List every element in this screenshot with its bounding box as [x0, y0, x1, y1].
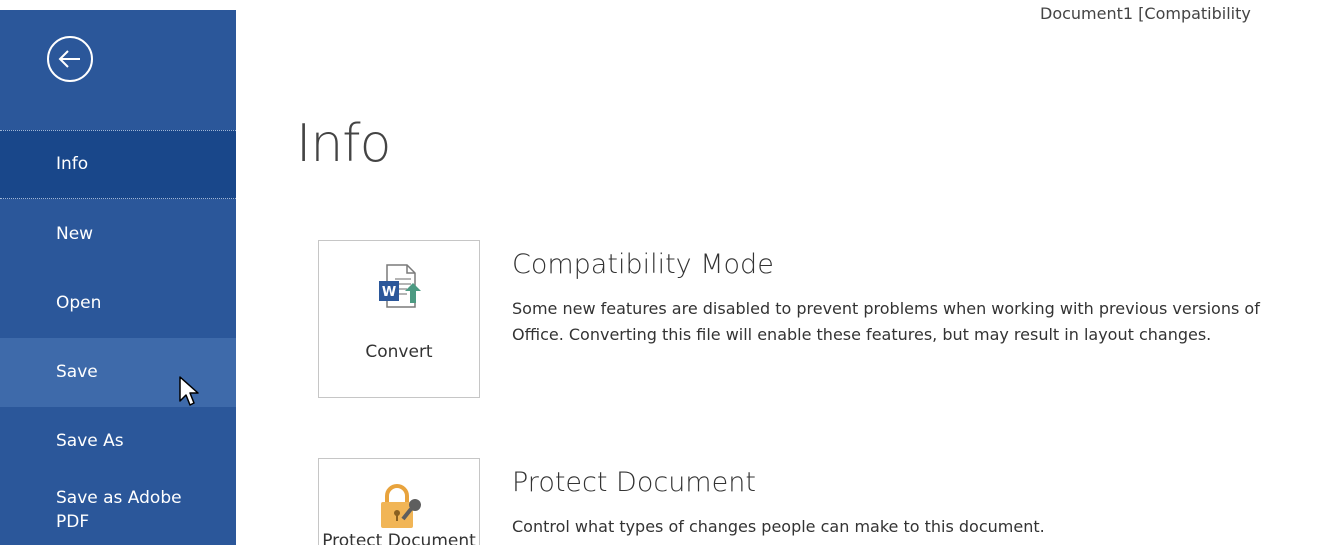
document-title: Document1 [Compatibility — [1040, 4, 1251, 23]
protect-document-heading: Protect Document — [512, 467, 756, 498]
sidebar-item-save[interactable]: Save — [0, 338, 236, 407]
compatibility-mode-heading: Compatibility Mode — [512, 249, 774, 280]
protect-document-label: Protect Document — [322, 531, 476, 545]
protect-document-button[interactable]: Protect Document — [318, 458, 480, 545]
sidebar-item-save-as[interactable]: Save As — [0, 407, 236, 476]
sidebar-item-open[interactable]: Open — [0, 269, 236, 338]
sidebar-item-label: New — [56, 224, 94, 244]
sidebar-item-label: Save — [56, 362, 98, 382]
word-document-convert-icon: W — [379, 264, 421, 308]
convert-button[interactable]: W Convert — [318, 240, 480, 398]
back-arrow-circle-icon — [47, 36, 93, 82]
backstage-view: Info New Open Save Save As Save as Adobe… — [0, 0, 1318, 545]
compatibility-mode-description: Some new features are disabled to preven… — [512, 299, 1260, 344]
sidebar-item-label: Info — [56, 154, 89, 174]
mouse-cursor-icon — [179, 376, 199, 406]
sidebar-item-new[interactable]: New — [0, 200, 236, 269]
protect-document-description: Control what types of changes people can… — [512, 517, 1045, 536]
convert-label: Convert — [365, 342, 433, 362]
page-title: Info — [296, 114, 391, 174]
sidebar-item-save-as-adobe-pdf[interactable]: Save as Adobe PDF — [0, 476, 236, 545]
sidebar-item-label: Open — [56, 293, 102, 313]
back-button[interactable] — [44, 33, 96, 85]
sidebar-item-label: Save as Adobe PDF — [56, 488, 182, 532]
lock-key-icon — [381, 484, 421, 528]
top-strip — [0, 0, 236, 10]
sidebar-item-label: Save As — [56, 431, 124, 451]
svg-text:W: W — [382, 285, 396, 300]
sidebar-item-info[interactable]: Info — [0, 130, 236, 199]
right-edge — [1306, 0, 1318, 545]
